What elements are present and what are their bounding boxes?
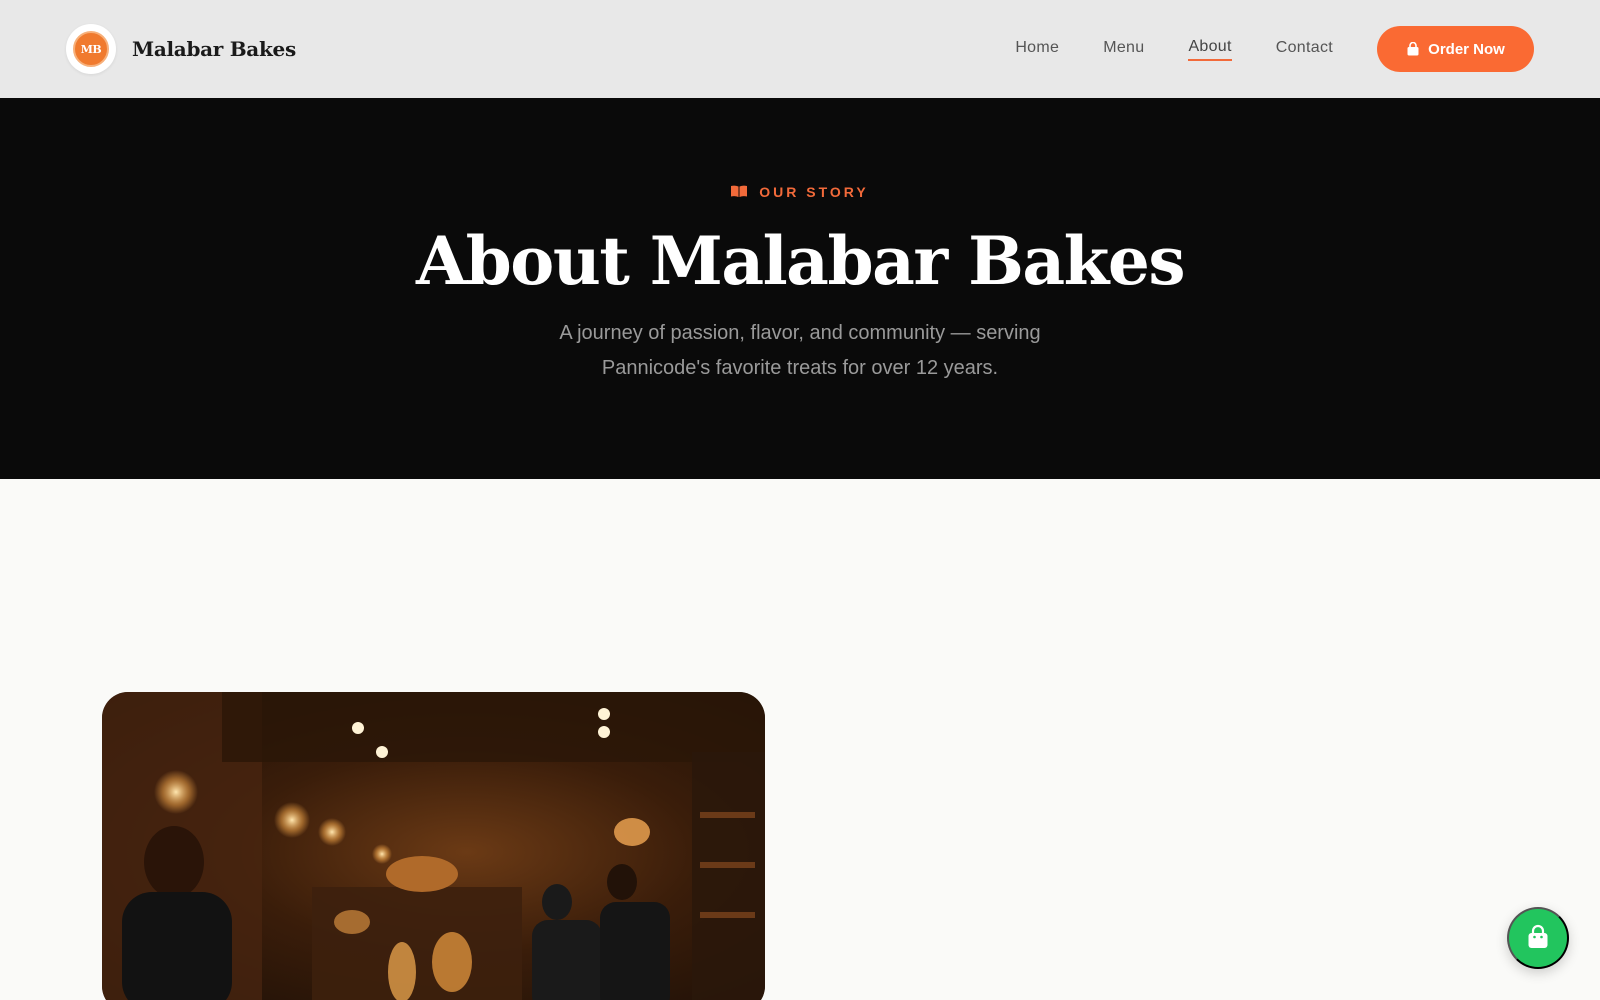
bakery-photo [102, 692, 765, 1000]
eyebrow-label: OUR STORY [759, 184, 869, 200]
nav-links: Home Menu About Contact Order Now [1015, 26, 1534, 72]
shopping-bag-icon [1525, 924, 1551, 953]
order-now-label: Order Now [1428, 40, 1505, 58]
nav-link-menu[interactable]: Menu [1103, 39, 1144, 60]
book-icon [731, 184, 748, 200]
cart-fab-button[interactable] [1507, 907, 1569, 969]
brand[interactable]: MB Malabar Bakes [66, 24, 296, 74]
logo: MB [66, 24, 116, 74]
logo-badge: MB [73, 31, 109, 67]
navbar: MB Malabar Bakes Home Menu About Contact… [0, 0, 1600, 98]
nav-link-contact[interactable]: Contact [1276, 39, 1333, 60]
nav-link-about[interactable]: About [1188, 38, 1232, 61]
hero-subtitle: A journey of passion, flavor, and commun… [559, 322, 1041, 379]
eyebrow: OUR STORY [0, 184, 1600, 200]
page-title: About Malabar Bakes [415, 222, 1186, 300]
brand-name: Malabar Bakes [132, 37, 296, 61]
shopping-bag-icon [1406, 41, 1420, 56]
order-now-button[interactable]: Order Now [1377, 26, 1534, 72]
nav-link-home[interactable]: Home [1015, 39, 1059, 60]
hero: OUR STORY About Malabar Bakes A journey … [0, 98, 1600, 479]
